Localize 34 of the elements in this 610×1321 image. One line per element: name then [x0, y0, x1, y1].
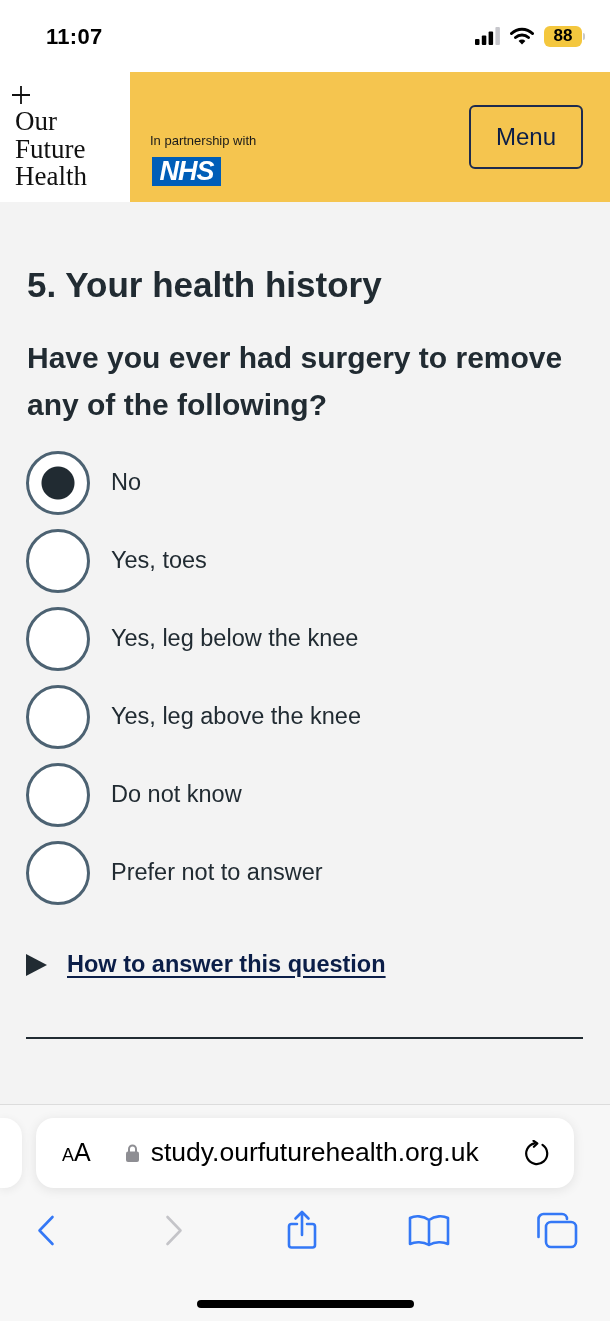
triangle-icon[interactable]	[26, 954, 47, 976]
share-icon[interactable]	[286, 1210, 317, 1250]
signal-icon	[475, 27, 500, 45]
text-size-button[interactable]: AA	[62, 1136, 91, 1170]
wifi-icon	[510, 27, 534, 45]
option-label[interactable]: Yes, leg above the knee	[111, 699, 361, 735]
option-label[interactable]: Yes, leg below the knee	[111, 621, 359, 657]
radio-button[interactable]	[26, 685, 90, 749]
option-label[interactable]: Yes, toes	[111, 543, 207, 579]
radio-button[interactable]	[26, 529, 90, 593]
radio-button[interactable]	[26, 451, 90, 515]
plus-icon	[12, 86, 30, 104]
section-title: 5. Your health history	[27, 264, 383, 306]
menu-button[interactable]: Menu	[469, 105, 583, 169]
url-text: study.ourfuturehealth.org.uk	[150, 1136, 479, 1170]
partner-logo: NHS	[152, 157, 221, 186]
address-bar[interactable]: AA study.ourfuturehealth.org.uk	[36, 1118, 574, 1188]
book-icon[interactable]	[408, 1213, 451, 1247]
partnership-text: In partnership with	[150, 133, 257, 149]
option-label[interactable]: Prefer not to answer	[111, 855, 323, 891]
help-link[interactable]: How to answer this question	[67, 947, 386, 983]
status-time: 11:07	[46, 22, 103, 51]
question-text: Have you ever had surgery to remove any of the following?	[27, 340, 564, 423]
tabs-icon[interactable]	[536, 1211, 578, 1249]
radio-button[interactable]	[26, 607, 90, 671]
reload-icon[interactable]	[525, 1139, 550, 1167]
logo-text[interactable]: Our Future Health	[15, 108, 87, 191]
radio-button[interactable]	[26, 841, 90, 905]
option-label[interactable]: Do not know	[111, 777, 242, 813]
back-icon[interactable]	[37, 1214, 55, 1246]
option-label[interactable]: No	[111, 465, 142, 501]
lock-icon	[125, 1144, 139, 1162]
radio-button[interactable]	[26, 763, 90, 827]
battery-indicator: 88	[544, 25, 585, 47]
